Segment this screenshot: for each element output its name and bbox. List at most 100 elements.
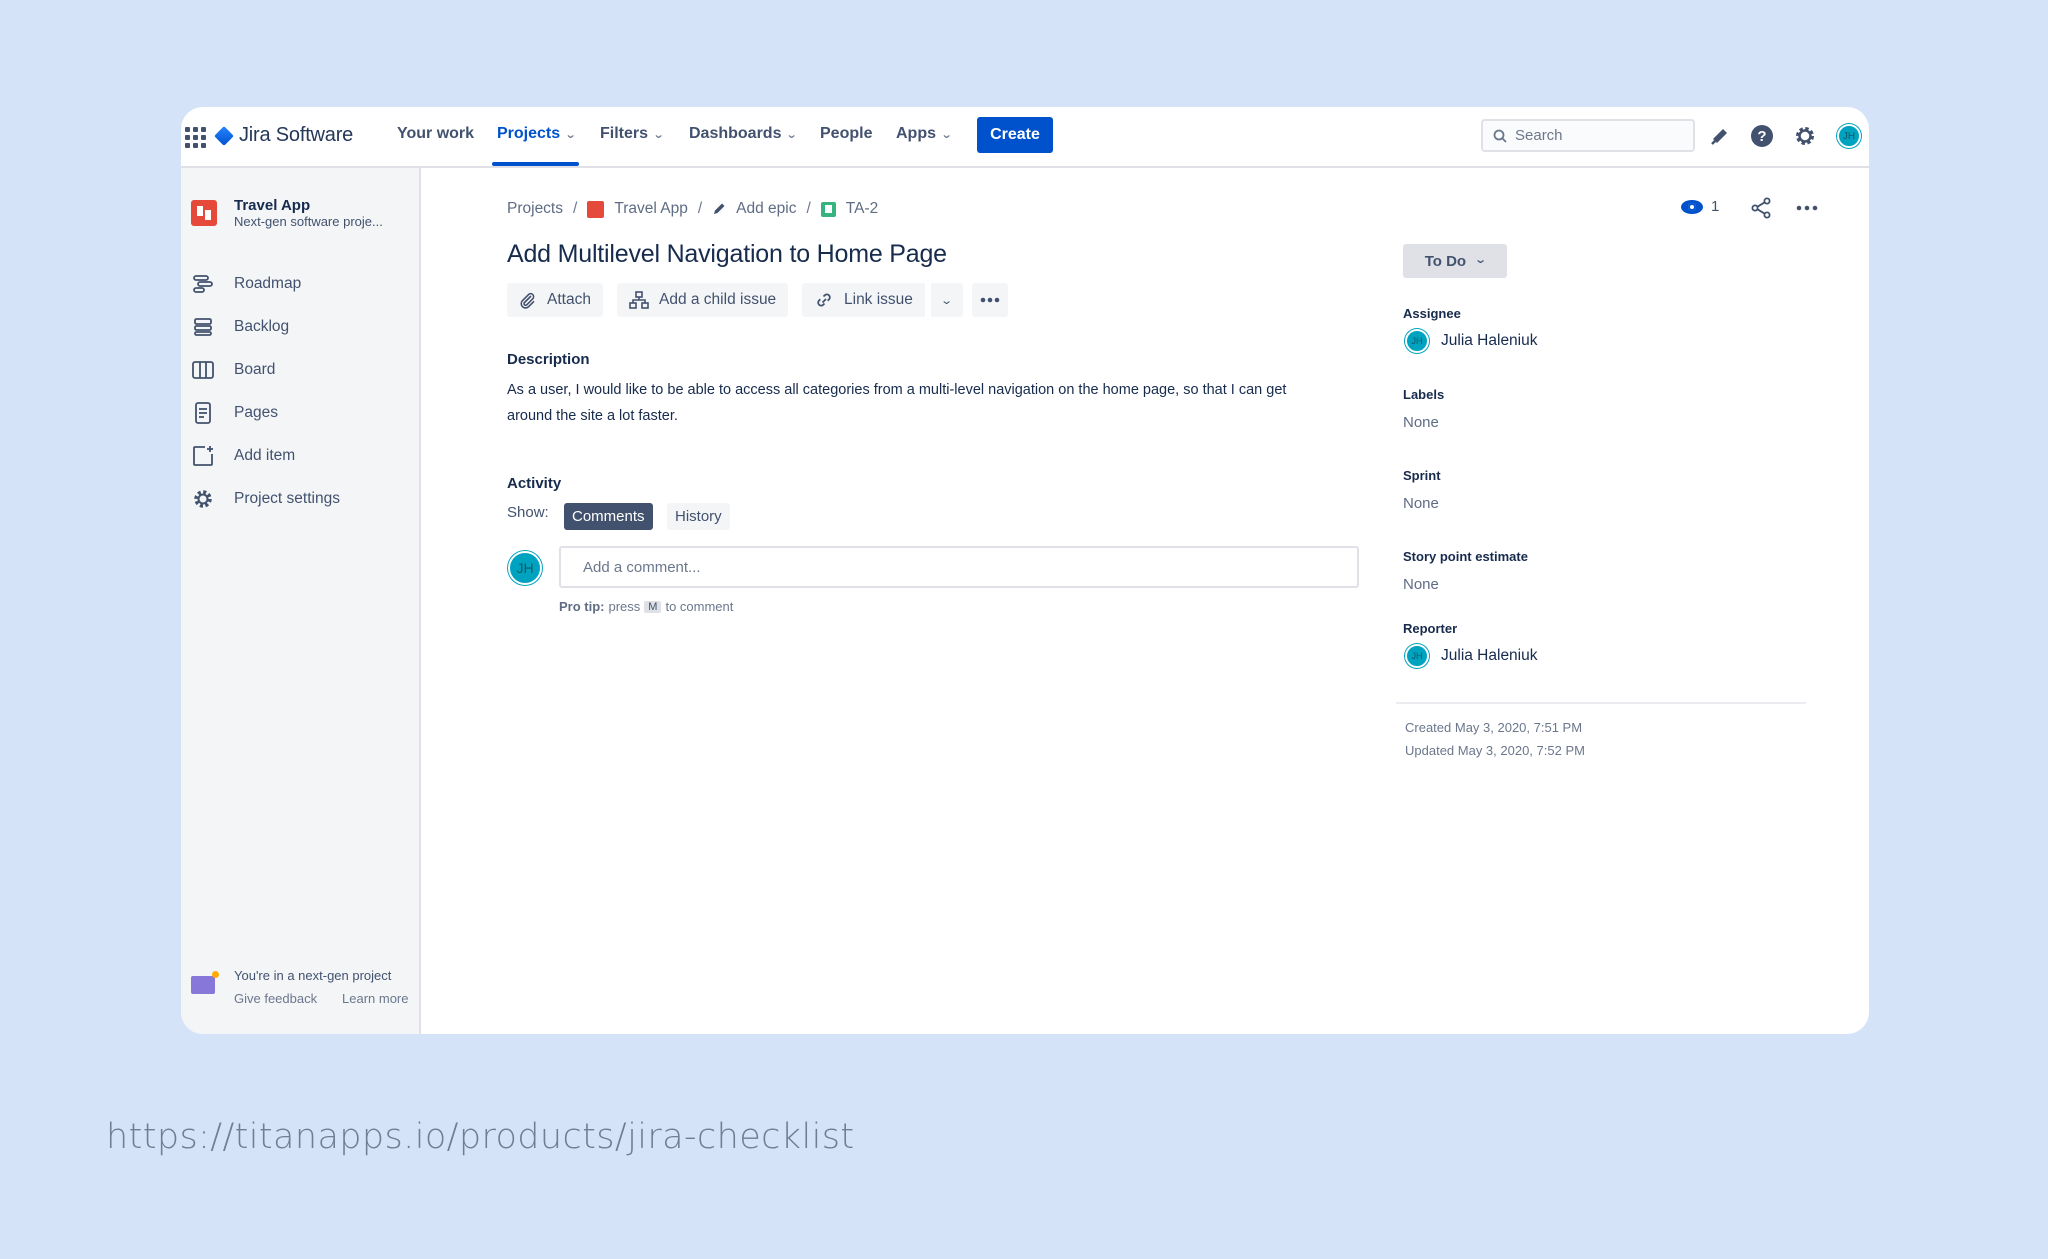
jira-logo[interactable]: Jira Software	[214, 124, 354, 147]
attach-button[interactable]: Attach	[507, 283, 603, 317]
commenter-avatar: JH	[508, 551, 542, 585]
top-navigation: Jira Software Your work Projects ⌄ Filter…	[181, 107, 1869, 168]
nav-label: People	[820, 125, 873, 142]
description-text[interactable]: As a user, I would like to be able to ac…	[507, 377, 1327, 429]
sidebar-item-project-settings[interactable]: Project settings	[191, 487, 340, 510]
project-subtitle: Next-gen software proje...	[234, 214, 383, 229]
nav-label: Your work	[397, 125, 475, 142]
breadcrumb-projects[interactable]: Projects	[507, 200, 563, 218]
pencil-icon	[714, 203, 725, 214]
link-issue-button[interactable]: Link issue	[802, 283, 925, 317]
project-avatar-icon[interactable]	[191, 200, 217, 226]
nav-apps[interactable]: Apps ⌄	[896, 125, 953, 143]
pro-tip-press: press	[608, 599, 641, 614]
nav-filters[interactable]: Filters ⌄	[600, 125, 665, 143]
watch-button[interactable]: 1	[1681, 198, 1719, 215]
nav-label: Projects	[497, 125, 561, 142]
search-icon	[1493, 129, 1507, 143]
sidebar-item-roadmap[interactable]: Roadmap	[191, 272, 301, 295]
divider	[1396, 702, 1806, 704]
breadcrumb: Projects / Travel App / Add epic / TA-2	[507, 200, 878, 218]
sidebar-item-label: Board	[234, 360, 276, 378]
watcher-count: 1	[1711, 198, 1720, 215]
chevron-down-icon: ⌄	[564, 128, 577, 141]
story-points-field[interactable]: None	[1403, 576, 1439, 593]
nav-dashboards[interactable]: Dashboards ⌄	[689, 125, 799, 143]
sidebar-item-label: Project settings	[234, 489, 340, 507]
activity-heading: Activity	[507, 475, 562, 492]
link-issue-dropdown[interactable]: ⌄	[929, 283, 963, 317]
breadcrumb-issue-key[interactable]: TA-2	[846, 200, 878, 218]
chevron-down-icon: ⌄	[652, 128, 665, 141]
sidebar-item-label: Roadmap	[234, 274, 302, 292]
comment-placeholder: Add a comment...	[583, 558, 701, 576]
add-child-issue-button[interactable]: Add a child issue	[617, 283, 789, 317]
search-input[interactable]: Search	[1481, 119, 1695, 152]
issue-title[interactable]: Add Multilevel Navigation to Home Page	[507, 240, 947, 269]
chevron-down-icon: ⌄	[940, 294, 954, 307]
svg-text:?: ?	[1757, 128, 1766, 145]
add-child-issue-label: Add a child issue	[659, 291, 777, 308]
tab-comments[interactable]: Comments	[564, 503, 653, 530]
comment-input[interactable]: Add a comment...	[559, 546, 1359, 588]
project-name[interactable]: Travel App	[234, 197, 310, 214]
sidebar-item-label: Add item	[234, 446, 296, 464]
nav-people[interactable]: People	[820, 125, 872, 143]
project-sidebar: Travel App Next-gen software proje... Ro…	[181, 168, 421, 1034]
next-gen-notice: You're in a next-gen project	[234, 968, 392, 983]
nav-projects[interactable]: Projects ⌄	[497, 125, 577, 143]
sidebar-item-pages[interactable]: Pages	[191, 401, 278, 424]
labels-label: Labels	[1403, 387, 1445, 402]
assignee-name: Julia Haleniuk	[1441, 332, 1538, 349]
search-placeholder: Search	[1515, 127, 1563, 144]
sprint-field[interactable]: None	[1403, 495, 1439, 512]
sidebar-item-board[interactable]: Board	[191, 358, 275, 381]
nav-label: Apps	[896, 125, 936, 142]
pages-icon	[191, 401, 214, 424]
link-issue-label: Link issue	[844, 291, 913, 308]
notifications-icon[interactable]	[1708, 124, 1732, 148]
project-avatar-icon	[587, 200, 605, 218]
reporter-field[interactable]: JH Julia Haleniuk	[1405, 644, 1538, 668]
breadcrumb-project[interactable]: Travel App	[614, 200, 688, 218]
status-dropdown[interactable]: To Do ⌄	[1403, 244, 1507, 278]
more-actions-button[interactable]	[972, 283, 1008, 317]
labels-field[interactable]: None	[1403, 414, 1439, 431]
attach-label: Attach	[547, 291, 591, 308]
roadmap-icon	[191, 272, 214, 295]
help-icon[interactable]: ?	[1750, 124, 1774, 148]
add-item-icon	[191, 444, 214, 467]
reporter-label: Reporter	[1403, 621, 1458, 636]
avatar: JH	[1405, 329, 1429, 353]
next-gen-folder-icon	[191, 971, 219, 994]
updated-timestamp: Updated May 3, 2020, 7:52 PM	[1405, 743, 1585, 758]
user-avatar[interactable]: JH	[1837, 124, 1861, 148]
settings-icon[interactable]	[1793, 124, 1817, 148]
sidebar-item-add-item[interactable]: Add item	[191, 444, 295, 467]
chevron-down-icon: ⌄	[786, 128, 799, 141]
pro-tip-rest: to comment	[665, 599, 734, 614]
pro-tip-key: M	[644, 600, 662, 613]
nav-your-work[interactable]: Your work	[397, 125, 474, 143]
apps-grid-icon[interactable]	[183, 125, 206, 148]
show-label: Show:	[507, 504, 549, 521]
learn-more-link[interactable]: Learn more	[342, 991, 408, 1006]
breadcrumb-add-epic[interactable]: Add epic	[736, 200, 796, 218]
jira-window: Jira Software Your work Projects ⌄ Filter…	[181, 107, 1869, 1034]
story-points-label: Story point estimate	[1403, 549, 1528, 564]
sprint-label: Sprint	[1403, 468, 1441, 483]
assignee-field[interactable]: JH Julia Haleniuk	[1405, 329, 1538, 353]
pro-tip: Pro tip: press M to comment	[559, 599, 733, 614]
backlog-icon	[191, 315, 214, 338]
hierarchy-icon	[629, 291, 649, 309]
sidebar-item-label: Backlog	[234, 317, 290, 335]
share-icon[interactable]	[1749, 196, 1773, 220]
pro-tip-label: Pro tip:	[559, 599, 605, 614]
sidebar-item-backlog[interactable]: Backlog	[191, 315, 289, 338]
give-feedback-link[interactable]: Give feedback	[234, 991, 317, 1006]
create-button[interactable]: Create	[977, 117, 1053, 153]
tab-history[interactable]: History	[667, 503, 730, 530]
product-name: Jira Software	[239, 124, 354, 146]
more-icon[interactable]	[1795, 196, 1819, 220]
gear-icon	[191, 487, 214, 510]
